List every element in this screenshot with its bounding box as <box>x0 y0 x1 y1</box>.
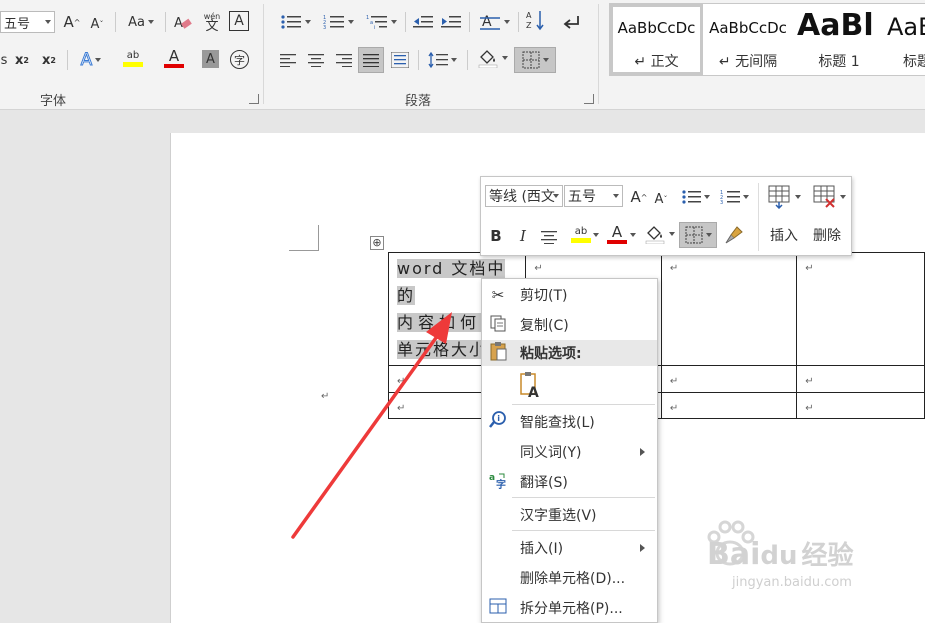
watermark-url: jingyan.baidu.com <box>732 575 852 590</box>
baidu-watermark: Baidu 经验 jingyan.baidu.com <box>700 515 920 605</box>
watermark-brand: Baidu 经验 <box>707 537 854 572</box>
